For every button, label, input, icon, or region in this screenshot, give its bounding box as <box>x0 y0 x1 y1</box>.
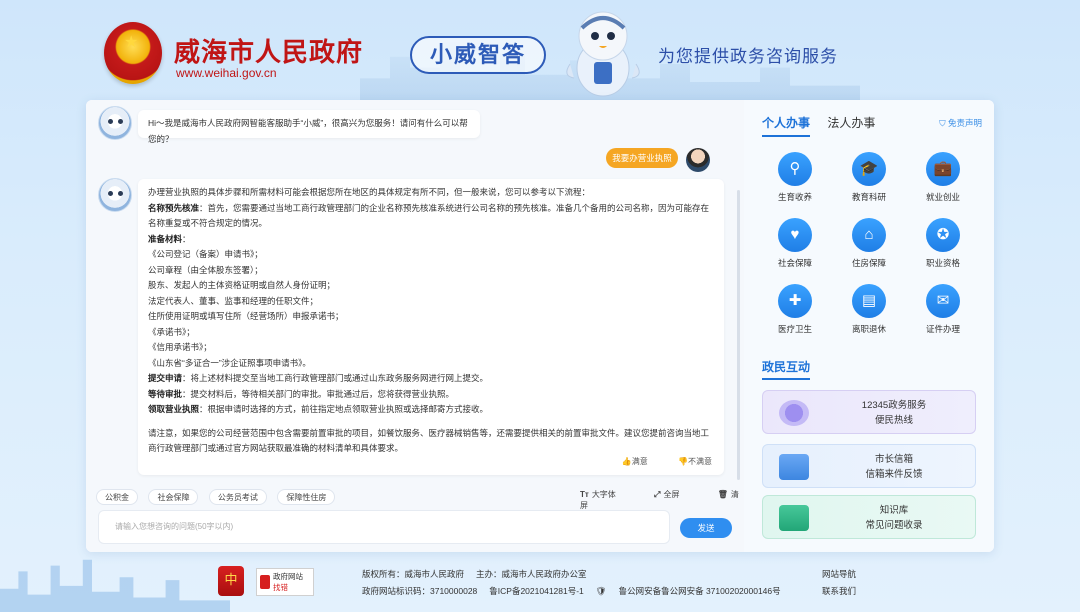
family-icon: ⚲ <box>778 152 812 186</box>
service-retirement[interactable]: ▤ 离职退休 <box>832 284 906 344</box>
answer-note: 请注意，如果您的公司经营范围中包含需要前置审批的项目，如餐饮服务、医疗器械销售等… <box>148 427 710 454</box>
chip-housing-fund[interactable]: 公积金 <box>96 489 138 505</box>
bot-avatar <box>98 106 132 140</box>
material-item: 住所使用证明或填写住所（经营场所）申报承诺书； <box>148 311 344 321</box>
graduation-cap-icon: 🎓 <box>852 152 886 186</box>
police-icon: 🛡 <box>595 586 607 596</box>
answer-step: 领取营业执照：根据申请时选择的方式，前往指定地点领取营业执照或选择邮寄方式接收。 <box>148 404 489 414</box>
material-item: 《承诺书》； <box>148 326 195 337</box>
fullscreen-icon: ⤢ <box>654 490 661 499</box>
hands-shield-icon: ♥ <box>778 218 812 252</box>
police-record-link[interactable]: 鲁公网安备鲁公网安备 37100202000146号 <box>619 586 781 596</box>
chat-area: Hi～我是威海市人民政府网智能客服助手“小威”，很高兴为您服务！请问有什么可以帮… <box>86 100 744 552</box>
font-size-button[interactable]: Tт 大字体 <box>580 490 634 499</box>
feedback-bar: 👍满意 👎不满意 <box>594 454 712 470</box>
footer-links: 网站导航 联系我们 <box>822 566 856 600</box>
service-birth-adoption[interactable]: ⚲ 生育收养 <box>758 152 832 212</box>
answer-step: 等待审批：提交材料后，等待相关部门的审批。审批通过后，您将获得营业执照。 <box>148 388 455 399</box>
card-knowledge-base[interactable]: 知识库 常见问题收录 <box>762 495 976 539</box>
service-medical[interactable]: ✚ 医疗卫生 <box>758 284 832 344</box>
site-id: 政府网站标识码：3710000028 <box>362 586 478 596</box>
party-org-logo[interactable]: 中 <box>218 566 244 596</box>
material-item: 《公司登记（备案）申请书》； <box>148 249 263 259</box>
chip-affordable-housing[interactable]: 保障性住房 <box>277 489 336 505</box>
certificate-icon: ✉ <box>926 284 960 318</box>
gov-url[interactable]: www.weihai.gov.cn <box>176 66 277 80</box>
material-item: 《山东省“多证合一”涉企证照事项申请书》。 <box>148 357 311 368</box>
site-nav-link[interactable]: 网站导航 <box>822 566 856 583</box>
page-header: 威海市人民政府 www.weihai.gov.cn 小威智答 为您提供政务咨询服… <box>0 0 1080 100</box>
quick-topic-chips: 公积金 社会保障 公务员考试 保障性住房 <box>96 487 341 505</box>
brand-badge: 小威智答 <box>410 36 546 74</box>
main-panel: Hi～我是威海市人民政府网智能客服助手“小威”，很高兴为您服务！请问有什么可以帮… <box>86 100 994 552</box>
answer-intro: 办理营业执照的具体步骤和所需材料可能会根据您所在地区的具体规定有所不同，但一般来… <box>148 187 591 197</box>
chat-messages: Hi～我是威海市人民政府网智能客服助手“小威”，很高兴为您服务！请问有什么可以帮… <box>86 100 744 480</box>
contact-link[interactable]: 联系我们 <box>822 583 856 600</box>
card-12345-hotline[interactable]: 12345政务服务 便民热线 <box>762 390 976 434</box>
material-item: 法定代表人、董事、监事和经理的任职文件； <box>148 295 319 306</box>
disclaimer-link[interactable]: ⛉ 免责声明 <box>939 117 982 129</box>
mascot-illustration <box>566 11 640 97</box>
footer-info: 版权所有：威海市人民政府 主办：威海市人民政府办公室 政府网站标识码：371000… <box>362 566 793 600</box>
user-avatar <box>686 148 710 172</box>
tab-personal[interactable]: 个人办事 <box>762 114 811 137</box>
answer-step: 名称预先核准：首先，您需要通过当地工商行政管理部门的企业名称预先核准系统进行公司… <box>148 202 710 229</box>
service-tabs: 个人办事 法人办事 <box>762 114 889 137</box>
chip-social-security[interactable]: 社会保障 <box>148 489 199 505</box>
book-icon <box>779 505 809 531</box>
page-footer: 中 政府网站 找错 版权所有：威海市人民政府 主办：威海市人民政府办公室 政府网站… <box>0 552 1080 612</box>
national-emblem-icon <box>104 22 162 84</box>
slogan: 为您提供政务咨询服务 <box>658 47 838 66</box>
answer-step: 提交申请：将上述材料提交至当地工商行政管理部门或通过山东政务服务网进行网上提交。 <box>148 373 489 383</box>
answer-step: 准备材料： <box>148 233 191 244</box>
service-sidebar: 个人办事 法人办事 ⛉ 免责声明 ⚲ 生育收养 🎓 教育科研 💼 就业创业 ♥ 社会保障… <box>744 100 994 552</box>
briefcase-icon: 💼 <box>926 152 960 186</box>
bot-avatar <box>98 178 132 212</box>
satisfied-button[interactable]: 👍满意 <box>608 457 648 466</box>
greeting-bubble: Hi～我是威海市人民政府网智能客服助手“小威”，很高兴为您服务！请问有什么可以帮… <box>138 110 480 144</box>
chat-tools: Tт 大字体 ⤢ 全屏 🗑 清屏 <box>580 489 744 511</box>
service-education[interactable]: 🎓 教育科研 <box>832 152 906 212</box>
material-item: 《信用承诺书》； <box>148 342 212 352</box>
material-item: 公司章程（由全体股东签署）； <box>148 264 263 275</box>
material-item: 股东、发起人的主体资格证明或自然人身份证明； <box>148 280 336 290</box>
service-certificates[interactable]: ✉ 证件办理 <box>906 284 980 344</box>
unsatisfied-button[interactable]: 👎不满意 <box>664 457 712 466</box>
hospital-icon: ✚ <box>778 284 812 318</box>
fullscreen-button[interactable]: ⤢ 全屏 <box>654 490 697 499</box>
thumbs-down-icon: 👎 <box>678 456 688 466</box>
service-social-security[interactable]: ♥ 社会保障 <box>758 218 832 278</box>
send-button[interactable]: 发送 <box>680 518 732 538</box>
icp-link[interactable]: 鲁ICP备2021041281号-1 <box>489 586 584 596</box>
service-qualification[interactable]: ✪ 职业资格 <box>906 218 980 278</box>
host-org: 主办：威海市人民政府办公室 <box>476 569 587 579</box>
medal-icon: ✪ <box>926 218 960 252</box>
thumbs-up-icon: 👍 <box>621 456 632 466</box>
copyright: 版权所有：威海市人民政府 <box>362 569 465 579</box>
answer-bubble: 办理营业执照的具体步骤和所需材料可能会根据您所在地区的具体规定有所不同，但一般来… <box>138 179 724 475</box>
user-message-bubble: 我要办营业执照 <box>606 148 678 168</box>
service-employment[interactable]: 💼 就业创业 <box>906 152 980 212</box>
chat-scrollbar[interactable] <box>737 190 740 480</box>
footer-skyline-illustration <box>0 559 230 612</box>
chip-civil-service-exam[interactable]: 公务员考试 <box>208 489 267 505</box>
error-report-logo[interactable]: 政府网站 找错 <box>256 568 314 596</box>
phone-12345-icon <box>779 400 809 426</box>
id-card-icon: ▤ <box>852 284 886 318</box>
question-input[interactable]: 请输入您想咨询的问题(50字以内) <box>98 510 670 544</box>
shield-check-icon: ⛉ <box>939 118 948 128</box>
gov-name-logo[interactable]: 威海市人民政府 <box>174 32 363 69</box>
house-icon: ⌂ <box>852 218 886 252</box>
trash-icon: 🗑 <box>717 490 728 499</box>
service-housing[interactable]: ⌂ 住房保障 <box>832 218 906 278</box>
interaction-title: 政民互动 <box>762 358 811 380</box>
font-size-icon: Tт <box>580 490 589 499</box>
card-mayor-mailbox[interactable]: 市长信箱 信箱来件反馈 <box>762 444 976 488</box>
tab-corporate[interactable]: 法人办事 <box>827 114 875 135</box>
mailbox-icon <box>779 454 809 480</box>
